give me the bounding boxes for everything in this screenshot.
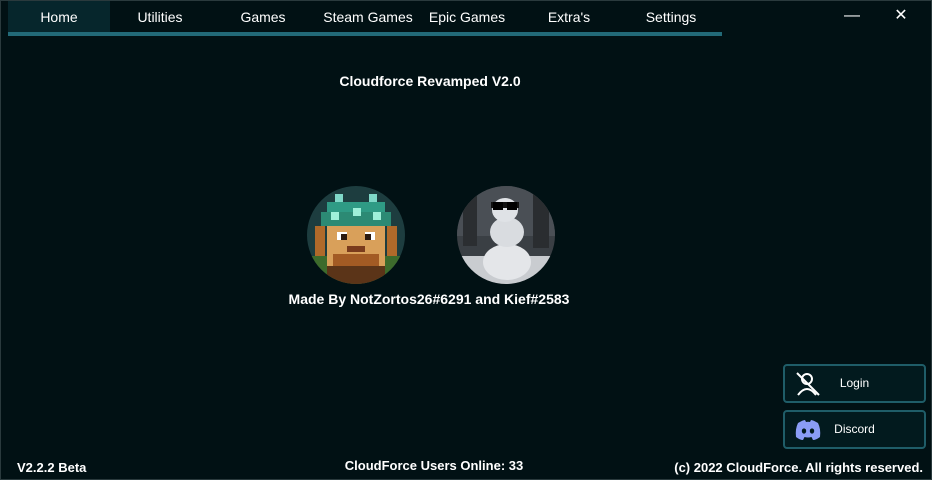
avatar-notzortos <box>307 186 405 284</box>
pixel-character-image <box>307 186 405 284</box>
tab-steam-games[interactable]: Steam Games <box>316 1 420 33</box>
page-title: Cloudforce Revamped V2.0 <box>339 73 521 89</box>
minimize-button[interactable]: — <box>841 5 863 27</box>
tab-home[interactable]: Home <box>8 1 110 33</box>
discord-button[interactable]: Discord <box>783 410 926 449</box>
tab-extras[interactable]: Extra's <box>514 1 624 33</box>
credits-text: Made By NotZortos26#6291 and Kief#2583 <box>288 291 570 307</box>
tab-games[interactable]: Games <box>210 1 316 33</box>
snowman-image <box>457 186 555 284</box>
nav-underline <box>8 32 722 36</box>
login-label: Login <box>839 376 870 390</box>
tab-settings[interactable]: Settings <box>624 1 718 33</box>
top-nav: Home Utilities Games Steam Games Epic Ga… <box>8 1 722 36</box>
avatar-kief <box>457 186 555 284</box>
tab-epic-games[interactable]: Epic Games <box>420 1 514 33</box>
copyright-label: (c) 2022 CloudForce. All rights reserved… <box>674 460 923 475</box>
login-button[interactable]: Login <box>783 364 926 403</box>
close-button[interactable]: ✕ <box>890 5 912 27</box>
app-window: Home Utilities Games Steam Games Epic Ga… <box>0 0 932 480</box>
discord-label: Discord <box>834 422 875 436</box>
tab-utilities[interactable]: Utilities <box>110 1 210 33</box>
